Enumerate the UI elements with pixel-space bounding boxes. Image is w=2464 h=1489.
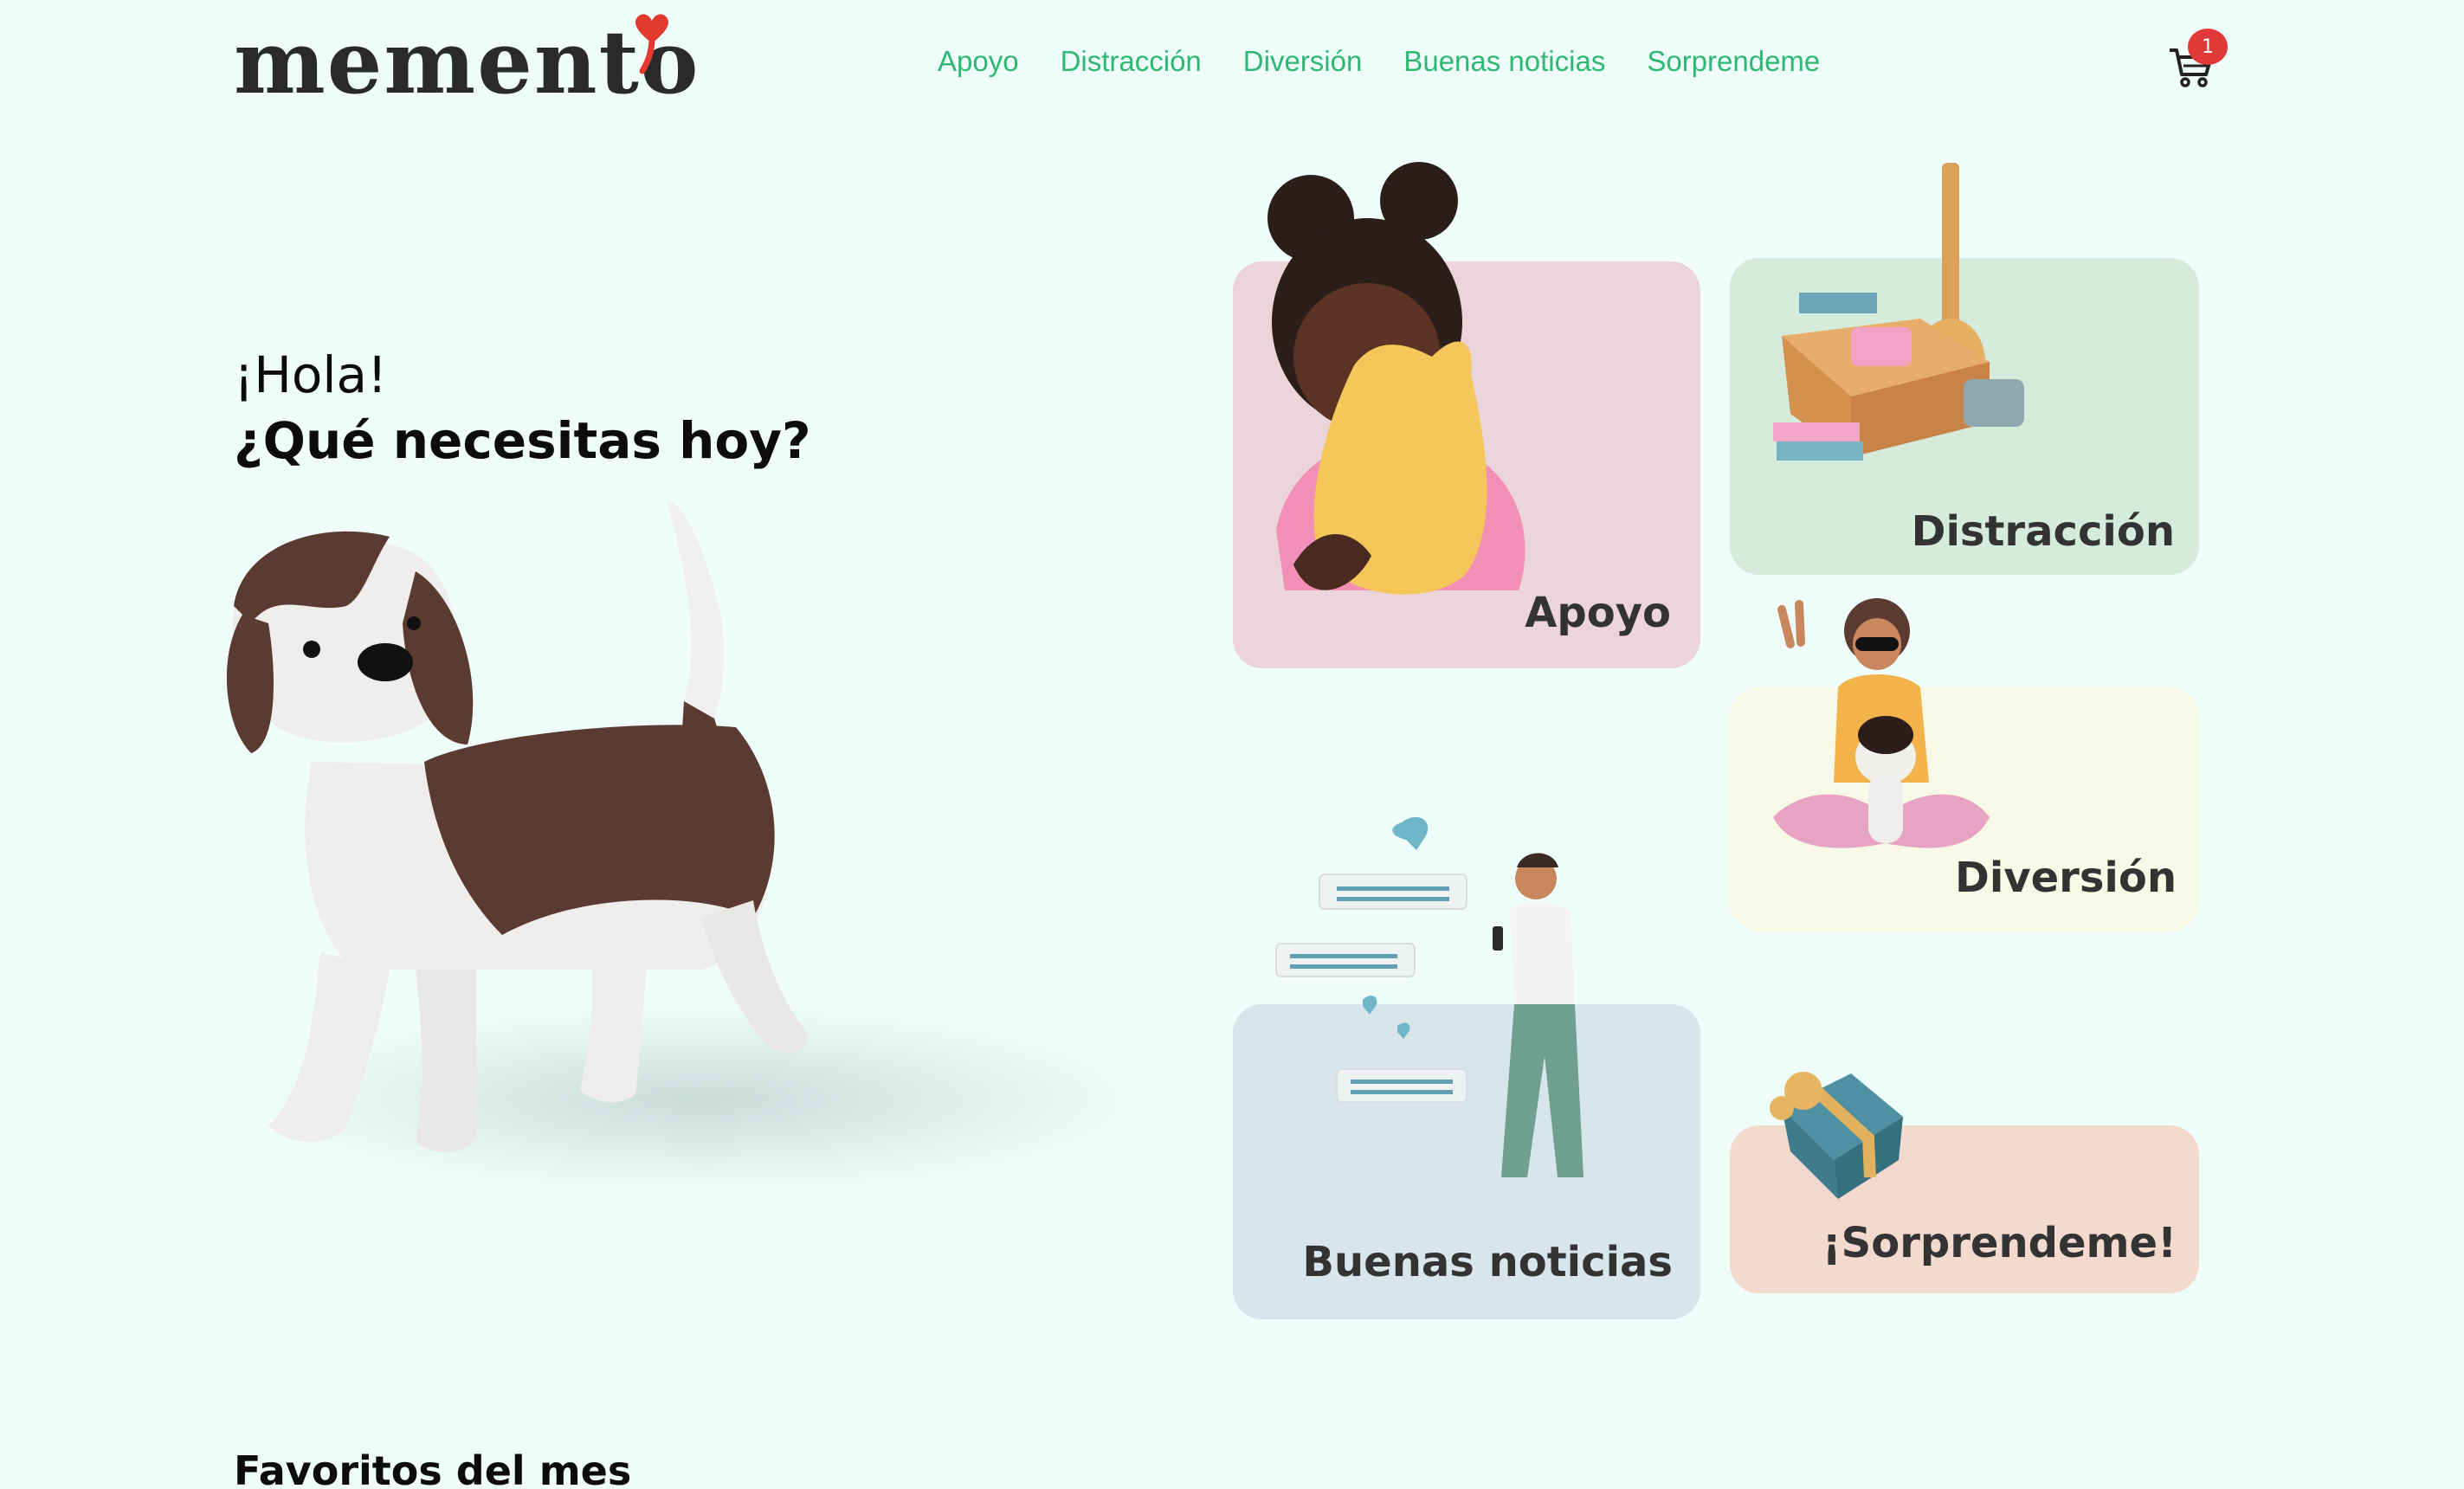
cart-count-badge: 1 [2188,29,2228,65]
card-buenas-noticias[interactable]: Buenas noticias [1233,816,1700,1319]
nav-sorprendeme[interactable]: Sorprendeme [1647,45,1820,78]
nav-buenas-noticias[interactable]: Buenas noticias [1403,45,1605,78]
card-distraccion-label: Distracción [1911,507,2175,556]
main-nav: Apoyo Distracción Diversión Buenas notic… [938,45,1820,78]
card-buenas-noticias-label: Buenas noticias [1302,1238,1673,1286]
hero-greeting: ¡Hola! ¿Qué necesitas hoy? [234,342,811,474]
card-apoyo-label: Apoyo [1525,589,1671,637]
nav-distraccion[interactable]: Distracción [1061,45,1202,78]
logo-heart-icon [635,14,669,74]
nav-diversion[interactable]: Diversión [1243,45,1363,78]
card-sorprendeme[interactable]: ¡Sorprendeme! [1730,1072,2199,1293]
hero-hello: ¡Hola! [234,345,388,404]
card-diversion[interactable]: Diversión [1730,598,2199,931]
site-header: memento Apoyo Distracción Diversión Buen… [0,0,2464,139]
card-diversion-label: Diversión [1955,854,2177,902]
nav-apoyo[interactable]: Apoyo [938,45,1019,78]
card-distraccion[interactable]: Distracción [1730,163,2199,575]
card-apoyo[interactable]: Apoyo [1233,162,1700,668]
card-sorprendeme-label: ¡Sorprendeme! [1822,1219,2177,1267]
hero-question: ¿Qué necesitas hoy? [234,411,811,470]
dog-illustration [226,501,1151,1195]
card-sorprendeme-bg [1730,1125,2199,1293]
favoritos-section-title: Favoritos del mes [234,1447,632,1489]
